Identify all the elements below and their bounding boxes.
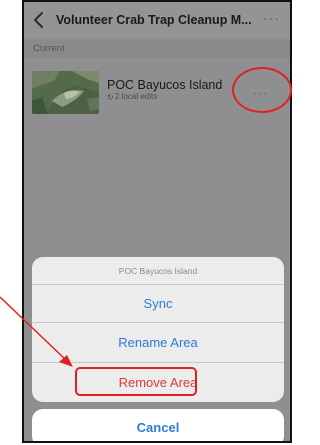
nav-more-icon[interactable]: ···	[263, 10, 280, 26]
cancel-sheet: Cancel	[32, 409, 284, 441]
action-sheet: POC Bayucos Island Sync Rename Area Remo…	[32, 257, 284, 402]
area-thumbnail	[32, 71, 99, 114]
offline-area-row[interactable]: POC Bayucos Island ↻ 2 local edits ···	[24, 60, 290, 130]
chevron-left-icon[interactable]	[32, 11, 46, 29]
phone-frame: Volunteer Crab Trap Cleanup M... ··· Cur…	[22, 0, 292, 443]
area-more-icon[interactable]: ···	[253, 86, 268, 100]
page-title: Volunteer Crab Trap Cleanup M...	[56, 13, 252, 27]
rename-area-button[interactable]: Rename Area	[32, 322, 284, 362]
action-sheet-title: POC Bayucos Island	[118, 266, 198, 276]
area-name: POC Bayucos Island	[107, 78, 223, 92]
cancel-button[interactable]: Cancel	[32, 409, 284, 441]
section-header: Current	[24, 40, 290, 58]
sync-icon: ↻	[107, 93, 114, 102]
sync-button[interactable]: Sync	[32, 284, 284, 322]
section-label: Current	[33, 43, 65, 54]
area-edits-count: 2 local edits	[115, 92, 158, 101]
remove-area-button[interactable]: Remove Area	[32, 362, 284, 402]
navigation-bar: Volunteer Crab Trap Cleanup M... ···	[24, 2, 290, 38]
